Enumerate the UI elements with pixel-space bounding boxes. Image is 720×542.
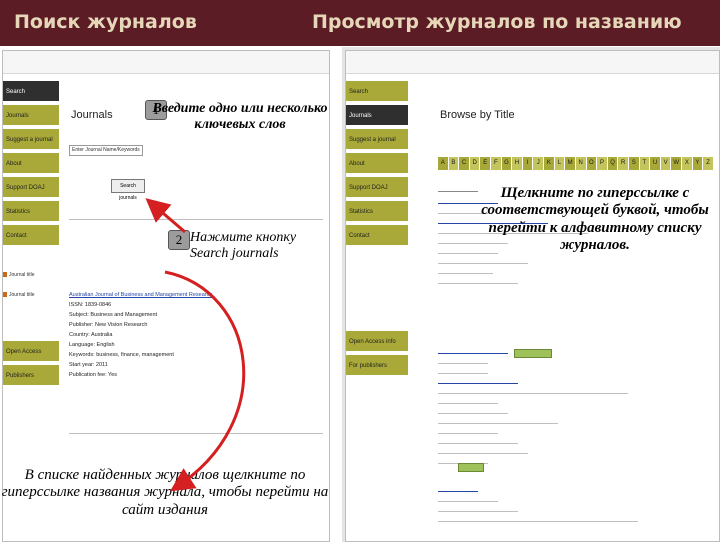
letter-link-e[interactable]: E xyxy=(480,157,492,170)
right-section-title: Просмотр журналов по названию xyxy=(312,11,682,33)
letter-link-s[interactable]: S xyxy=(628,157,640,170)
step-3-note: В списке найденных журналов щелкните по … xyxy=(1,467,329,518)
listing-line xyxy=(438,383,518,384)
step-2-badge: 2 xyxy=(168,230,190,250)
letter-link-y[interactable]: Y xyxy=(692,157,704,170)
letter-link-i[interactable]: I xyxy=(522,157,534,170)
search-input[interactable]: Enter Journal Name/Keywords xyxy=(69,145,143,156)
divider xyxy=(69,433,323,434)
step-4-note: Щелкните по гиперссылке с соответствующе… xyxy=(481,185,709,253)
listing-line xyxy=(438,521,638,522)
sidebar-item-contact[interactable]: Contact xyxy=(346,225,408,247)
letter-link-r[interactable]: R xyxy=(618,157,629,170)
letter-link-j[interactable]: J xyxy=(533,157,545,170)
listing-line xyxy=(438,453,528,454)
result-keywords: Keywords: business, finance, management xyxy=(69,352,174,358)
step-2-note: Нажмите кнопку Search journals xyxy=(190,230,297,262)
sidebar-item-open-access[interactable]: Open Access xyxy=(3,341,59,363)
result-issn: ISSN: 1839-0846 xyxy=(69,302,112,308)
right-sidebar: Search Journals Suggest a journal About … xyxy=(346,81,408,541)
letter-link-m[interactable]: M xyxy=(565,157,576,170)
sidebar-item-open-access[interactable]: Open Access info xyxy=(346,331,408,353)
sidebar-item-about[interactable]: About xyxy=(346,153,408,175)
letter-link-l[interactable]: L xyxy=(554,157,566,170)
letter-link-n[interactable]: N xyxy=(575,157,587,170)
page-heading: Journals xyxy=(71,109,113,121)
letter-link-c[interactable]: C xyxy=(459,157,470,170)
letter-link-q[interactable]: Q xyxy=(607,157,619,170)
result-journal-title-link[interactable]: Australian Journal of Business and Manag… xyxy=(69,291,212,299)
listing-title-link[interactable] xyxy=(438,491,478,492)
sidebar-item-suggest[interactable]: Suggest a journal xyxy=(346,129,408,151)
sidebar-item-about[interactable]: About xyxy=(3,153,59,175)
letter-link-h[interactable]: H xyxy=(512,157,523,170)
result-start-year: Start year: 2011 xyxy=(69,362,108,368)
listing-line xyxy=(438,443,518,444)
alphabet-bar: A B C D E F G H I J K L M N O P Q R S T … xyxy=(438,157,714,170)
letter-link-p[interactable]: P xyxy=(597,157,608,170)
divider xyxy=(69,219,323,220)
result-subject: Subject: Business and Management xyxy=(69,312,158,318)
browse-by-title-screenshot: Search Journals Suggest a journal About … xyxy=(345,50,720,542)
sidebar-item-journals[interactable]: Journals xyxy=(346,105,408,127)
result-language: Language: English xyxy=(69,342,115,348)
listing-line xyxy=(438,403,498,404)
letter-link-z[interactable]: Z xyxy=(703,157,714,170)
sidebar-item-journals[interactable]: Journals xyxy=(3,105,59,127)
listing-line xyxy=(438,511,518,512)
side-logo-1[interactable]: Journal title xyxy=(3,266,59,284)
letter-link-w[interactable]: W xyxy=(671,157,683,170)
listing-line xyxy=(438,393,628,394)
seal-icon xyxy=(458,463,484,472)
listing-line xyxy=(438,363,488,364)
result-country: Country: Australia xyxy=(69,332,113,338)
letter-link-k[interactable]: K xyxy=(544,157,555,170)
left-section-title: Поиск журналов xyxy=(14,11,197,33)
letter-link-a[interactable]: A xyxy=(438,157,449,170)
sidebar-item-suggest[interactable]: Suggest a journal xyxy=(3,129,59,151)
sidebar-item-search[interactable]: Search xyxy=(3,81,59,103)
listing-title-link[interactable] xyxy=(438,353,508,354)
listing-line xyxy=(438,273,493,274)
listing-line xyxy=(438,283,518,284)
page-heading: Browse by Title xyxy=(440,109,515,121)
letter-link-b[interactable]: B xyxy=(448,157,460,170)
browser-topbar xyxy=(3,51,329,74)
listing-line xyxy=(438,373,488,374)
sidebar-item-publishers[interactable]: Publishers xyxy=(3,365,59,387)
browser-topbar xyxy=(346,51,719,74)
sidebar-item-statistics[interactable]: Statistics xyxy=(346,201,408,223)
sidebar-item-support[interactable]: Support DOAJ xyxy=(346,177,408,199)
letter-link-o[interactable]: O xyxy=(586,157,598,170)
sidebar-item-publishers[interactable]: For publishers xyxy=(346,355,408,377)
sidebar-item-contact[interactable]: Contact xyxy=(3,225,59,247)
sidebar-item-search[interactable]: Search xyxy=(346,81,408,103)
sidebar-item-support[interactable]: Support DOAJ xyxy=(3,177,59,199)
step-1-note: Введите одно или несколько ключевых слов xyxy=(152,101,328,133)
letter-link-u[interactable]: U xyxy=(650,157,661,170)
listing-line xyxy=(438,423,558,424)
result-publication-fee: Publication fee: Yes xyxy=(69,372,118,378)
letter-link-v[interactable]: V xyxy=(660,157,672,170)
search-journals-button[interactable]: Search journals xyxy=(111,179,145,201)
listing-line xyxy=(438,263,528,264)
listing-line xyxy=(438,433,498,434)
letter-link-t[interactable]: T xyxy=(639,157,651,170)
result-publisher: Publisher: New Vision Research xyxy=(69,322,148,328)
letter-link-x[interactable]: X xyxy=(682,157,693,170)
side-logo-2[interactable]: Journal title xyxy=(3,286,59,304)
letter-link-f[interactable]: F xyxy=(491,157,502,170)
sidebar-item-statistics[interactable]: Statistics xyxy=(3,201,59,223)
letter-link-d[interactable]: D xyxy=(469,157,481,170)
listing-line xyxy=(438,413,508,414)
letter-link-g[interactable]: G xyxy=(501,157,513,170)
seal-icon xyxy=(514,349,552,358)
listing-line xyxy=(438,501,498,502)
